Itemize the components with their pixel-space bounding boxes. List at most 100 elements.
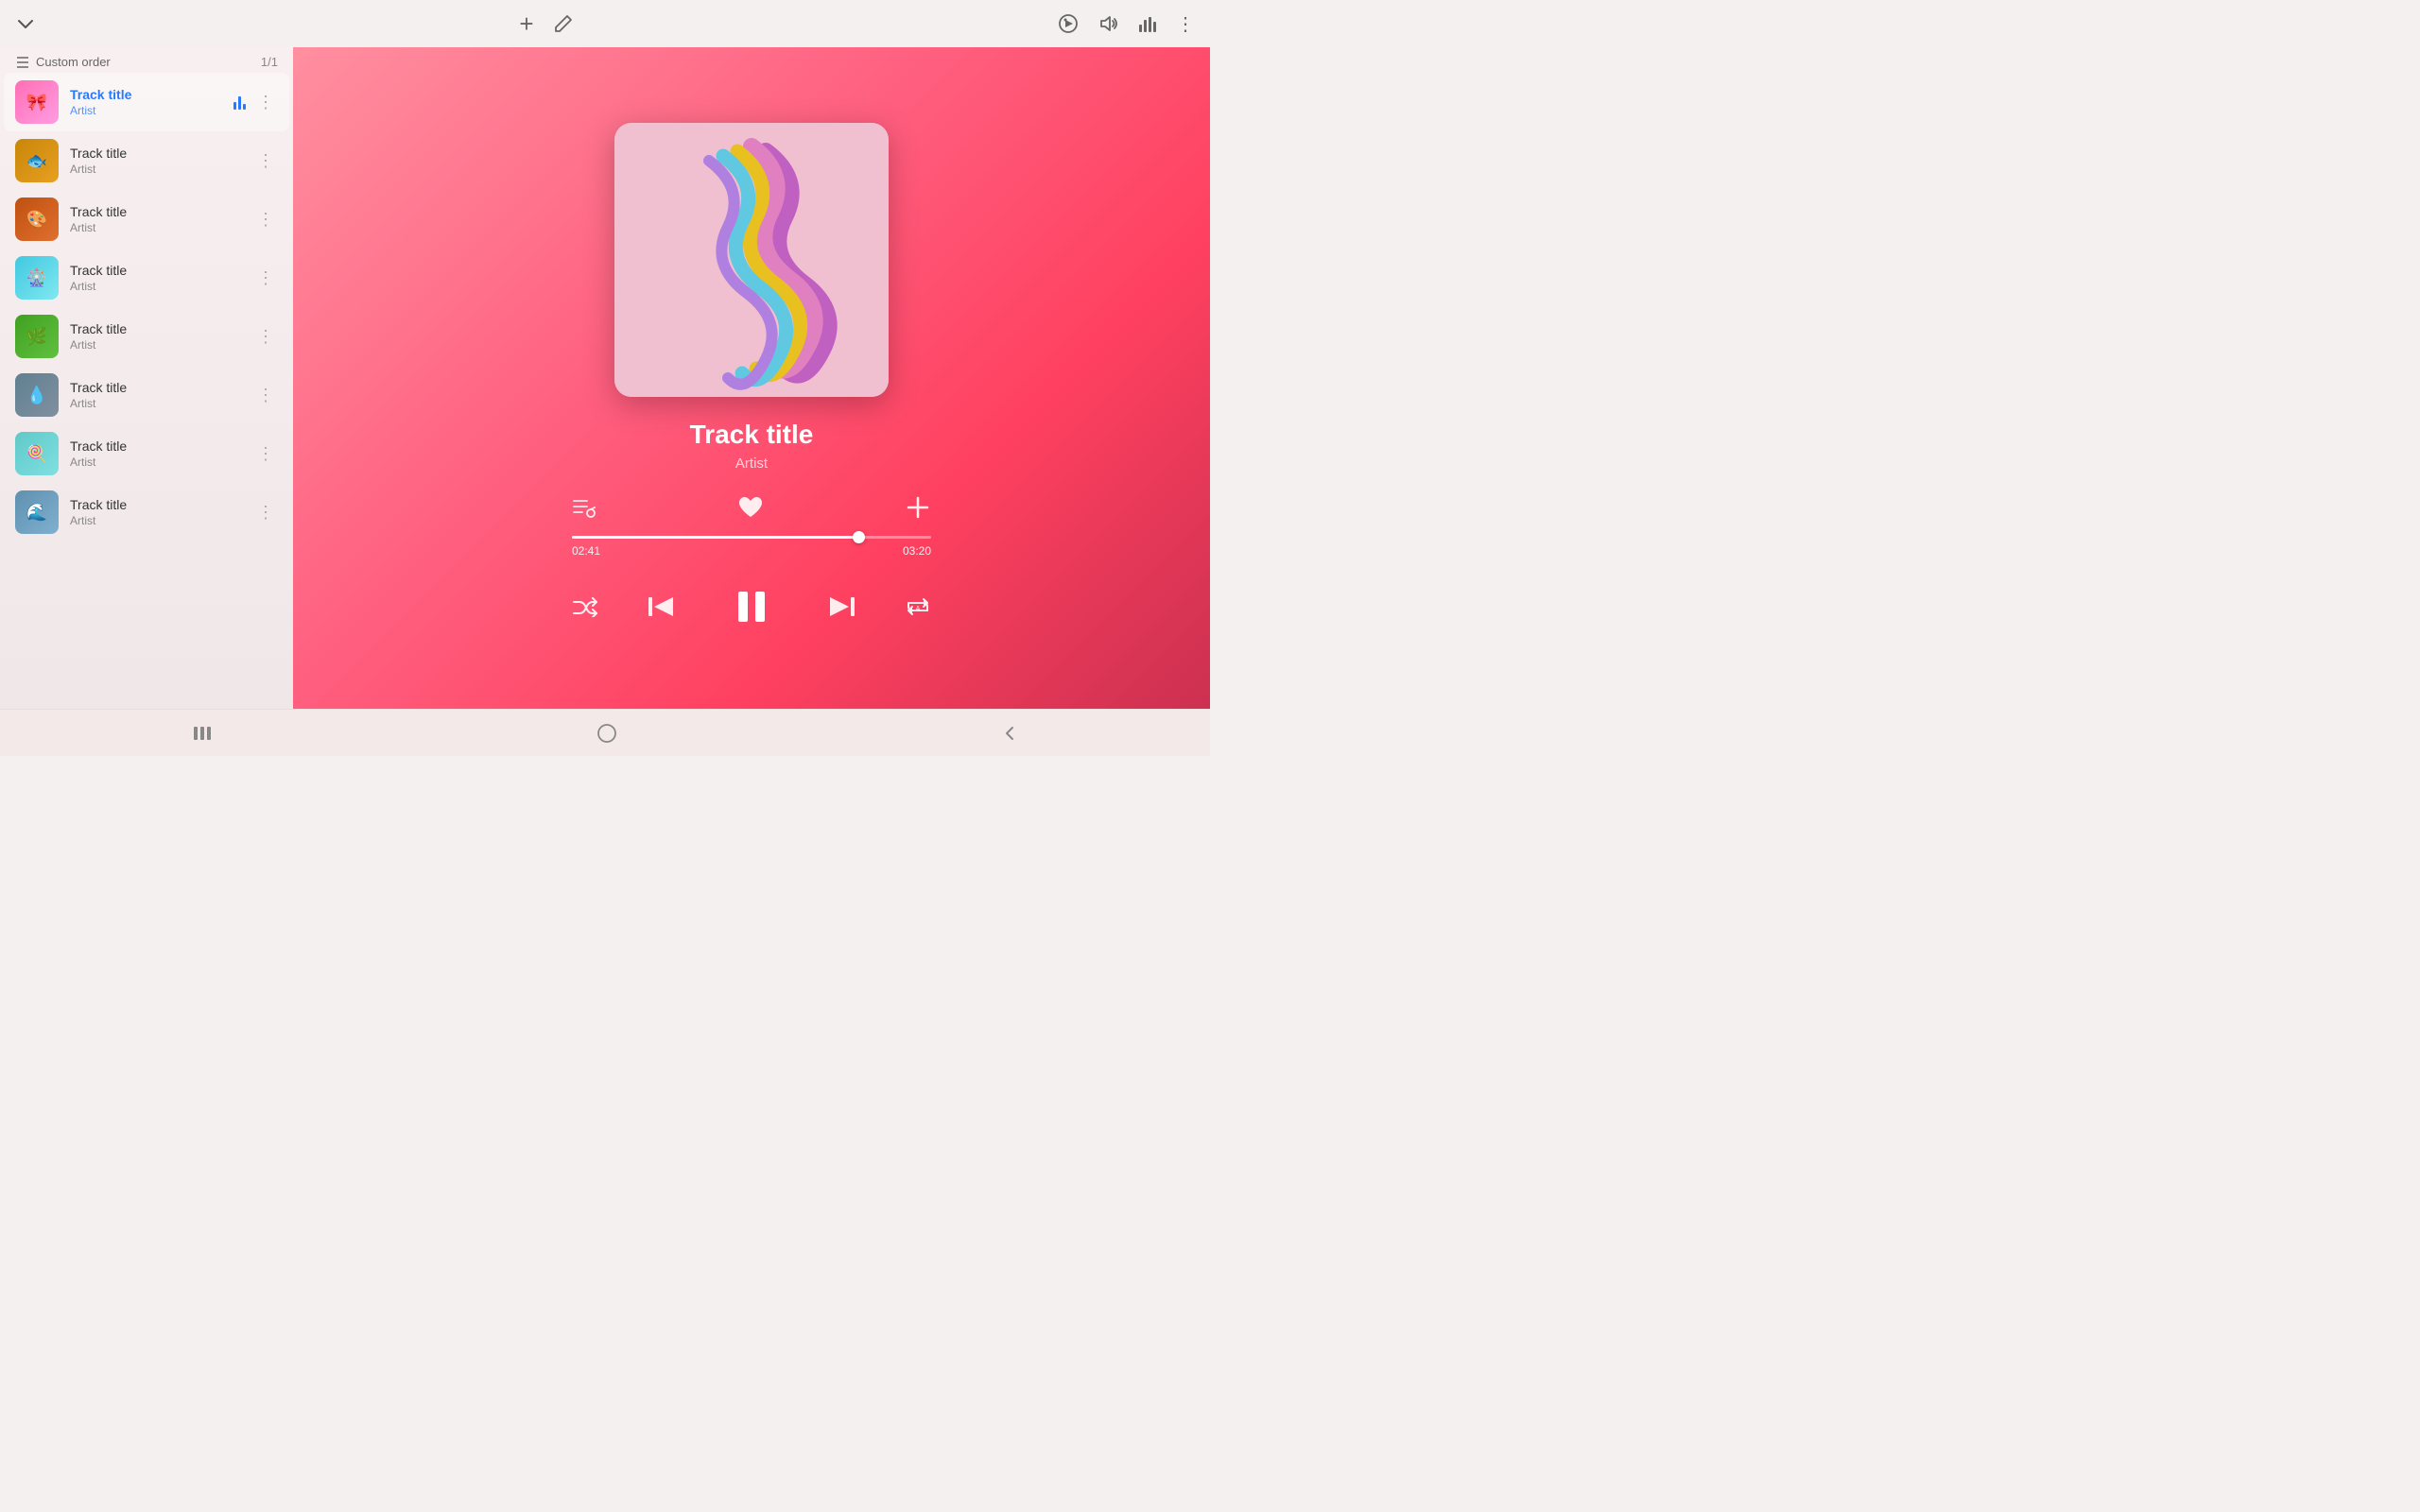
equalizer-button[interactable]	[1136, 12, 1159, 35]
track-title: Track title	[70, 497, 253, 512]
track-item[interactable]: 🌊 Track title Artist ⋮	[4, 483, 289, 541]
collapse-button[interactable]	[15, 13, 36, 34]
home-nav-button[interactable]	[596, 723, 617, 744]
track-item[interactable]: 🍭 Track title Artist ⋮	[4, 424, 289, 483]
track-title: Track title	[70, 438, 253, 454]
track-thumb-icon: 🎀	[15, 80, 59, 124]
edit-button[interactable]	[553, 13, 574, 34]
menu-nav-button[interactable]	[192, 725, 213, 742]
svg-text:A: A	[916, 606, 921, 612]
track-title: Track title	[70, 380, 253, 395]
progress-thumb	[853, 531, 865, 543]
top-bar: +	[0, 0, 1210, 47]
playlist-header: Custom order 1/1	[0, 47, 293, 73]
playing-bar	[233, 102, 236, 110]
track-thumbnail: 🌊	[15, 490, 59, 534]
track-info: Track title Artist	[70, 497, 253, 527]
track-thumb-icon: 💧	[15, 373, 59, 417]
track-title: Track title	[70, 146, 253, 161]
track-artist: Artist	[70, 163, 253, 176]
volume-button[interactable]	[1097, 12, 1119, 35]
album-art-svg	[614, 123, 889, 397]
track-thumb-icon: 🎡	[15, 256, 59, 300]
current-time: 02:41	[572, 544, 600, 558]
order-label: Custom order	[36, 55, 111, 69]
track-artist: Artist	[70, 338, 253, 352]
top-bar-center: +	[519, 9, 573, 39]
add-to-playlist-button[interactable]	[905, 494, 931, 521]
shuffle-button[interactable]	[572, 596, 598, 617]
track-info: Track title Artist	[70, 146, 253, 176]
next-button[interactable]	[826, 593, 856, 620]
track-info: Track title Artist	[70, 263, 253, 293]
playing-bar	[243, 104, 246, 110]
track-thumbnail: 🎨	[15, 198, 59, 241]
playing-bar	[238, 96, 241, 110]
track-item[interactable]: 🎡 Track title Artist ⋮	[4, 249, 289, 307]
bottom-bar	[0, 709, 1210, 756]
track-more-button[interactable]: ⋮	[253, 265, 278, 292]
track-title: Track title	[70, 87, 233, 102]
track-thumbnail: 🎀	[15, 80, 59, 124]
track-item[interactable]: 🎨 Track title Artist ⋮	[4, 190, 289, 249]
track-list[interactable]: 🎀 Track title Artist ⋮ 🐟 Track title Art…	[0, 73, 293, 709]
progress-container[interactable]: 02:41 03:20	[572, 536, 931, 558]
previous-button[interactable]	[647, 593, 677, 620]
repeat-button[interactable]: A	[905, 595, 931, 618]
top-bar-left	[15, 13, 36, 34]
track-thumbnail: 🐟	[15, 139, 59, 182]
total-time: 03:20	[903, 544, 931, 558]
play-pause-button[interactable]	[725, 580, 778, 633]
track-more-button[interactable]: ⋮	[253, 323, 278, 351]
track-more-button[interactable]: ⋮	[253, 206, 278, 233]
track-thumbnail: 💧	[15, 373, 59, 417]
track-artist: Artist	[70, 280, 253, 293]
track-artist: Artist	[70, 397, 253, 410]
track-item[interactable]: 🌿 Track title Artist ⋮	[4, 307, 289, 366]
track-thumbnail: 🍭	[15, 432, 59, 475]
track-title: Track title	[70, 263, 253, 278]
like-button[interactable]	[737, 495, 764, 520]
playing-indicator	[233, 94, 246, 110]
track-artist: Artist	[70, 221, 253, 234]
more-options-button[interactable]: ⋮	[1176, 12, 1195, 36]
track-artist: Artist	[70, 455, 253, 469]
track-thumb-icon: 🍭	[15, 432, 59, 475]
playlist-order: Custom order	[15, 55, 111, 69]
player-track-artist: Artist	[735, 455, 768, 472]
content-area: Custom order 1/1 🎀 Track title Artist	[0, 47, 1210, 709]
track-more-button[interactable]: ⋮	[253, 440, 278, 468]
progress-bar-track[interactable]	[572, 536, 931, 539]
progress-bar-fill	[572, 536, 859, 539]
track-thumb-icon: 🐟	[15, 139, 59, 182]
player-track-title: Track title	[690, 420, 814, 450]
track-item[interactable]: 🎀 Track title Artist ⋮	[4, 73, 289, 131]
track-item[interactable]: 💧 Track title Artist ⋮	[4, 366, 289, 424]
track-title: Track title	[70, 204, 253, 219]
playlist-count: 1/1	[261, 55, 278, 69]
progress-times: 02:41 03:20	[572, 544, 931, 558]
track-thumb-icon: 🎨	[15, 198, 59, 241]
track-info: Track title Artist	[70, 380, 253, 410]
app-container: +	[0, 0, 1210, 756]
add-track-button[interactable]: +	[519, 9, 533, 39]
track-more-button[interactable]: ⋮	[253, 147, 278, 175]
playlist-queue-button[interactable]	[572, 497, 596, 518]
player-actions	[572, 494, 931, 521]
player-panel: Track title Artist	[293, 47, 1210, 709]
track-more-button[interactable]: ⋮	[253, 89, 278, 116]
order-icon	[15, 56, 30, 69]
track-more-button[interactable]: ⋮	[253, 499, 278, 526]
track-item[interactable]: 🐟 Track title Artist ⋮	[4, 131, 289, 190]
cast-button[interactable]	[1057, 12, 1080, 35]
track-artist: Artist	[70, 514, 253, 527]
track-title: Track title	[70, 321, 253, 336]
track-info: Track title Artist	[70, 87, 233, 117]
track-thumb-icon: 🌿	[15, 315, 59, 358]
track-thumbnail: 🎡	[15, 256, 59, 300]
track-info: Track title Artist	[70, 321, 253, 352]
back-nav-button[interactable]	[1001, 725, 1018, 742]
playback-controls: A	[572, 580, 931, 633]
track-info: Track title Artist	[70, 438, 253, 469]
track-more-button[interactable]: ⋮	[253, 382, 278, 409]
